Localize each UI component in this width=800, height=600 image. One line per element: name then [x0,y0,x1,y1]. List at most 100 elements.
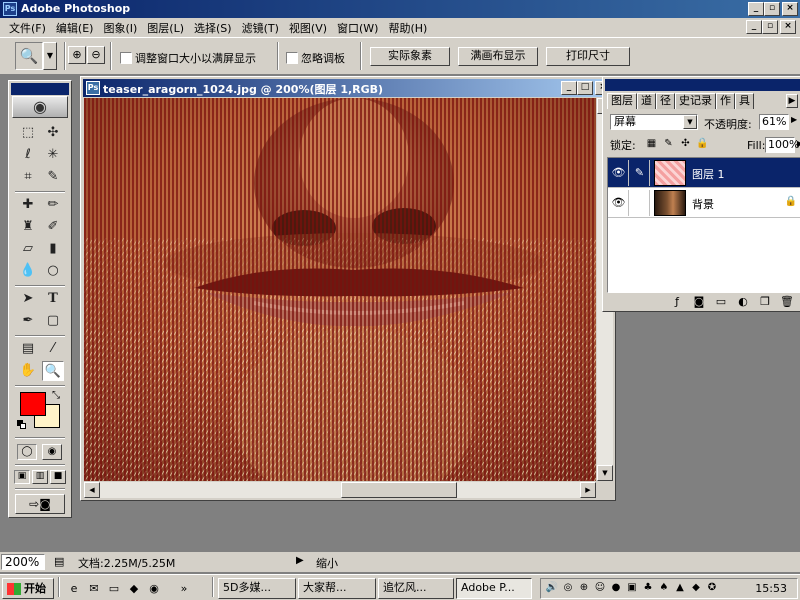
fill-input[interactable]: 100% [765,137,799,153]
scroll-right-icon[interactable]: ▶ [580,482,596,498]
horizontal-scrollbar[interactable]: ◀ ▶ [84,482,596,498]
pen-icon[interactable]: ✒ [17,311,39,331]
doc-restore-button[interactable]: ▫ [762,20,778,34]
task-button-help[interactable]: 大家帮... [298,578,376,599]
checkbox-box[interactable] [120,52,132,64]
menu-filter[interactable]: 滤镜(T) [237,20,284,36]
doc-close-button[interactable]: × [780,20,796,34]
notes-icon[interactable]: ▤ [17,339,39,359]
warning-icon[interactable]: ▲ [673,581,687,595]
doc-window-maximize-button[interactable]: □ [577,81,593,95]
link-slot[interactable] [630,190,650,216]
move-icon[interactable]: ✣ [42,123,64,143]
menu-image[interactable]: 图象(I) [98,20,142,36]
default-colors-icon[interactable] [17,420,27,430]
quick-mask-icon[interactable]: ◉ [42,444,62,460]
app-tray-icon[interactable]: ◆ [689,581,703,595]
restore-button[interactable]: ▫ [764,2,780,16]
zoom-level-field[interactable]: 200% [1,554,45,570]
lock-position-icon[interactable]: ✣ [679,138,692,151]
task-button-photoshop[interactable]: Adobe P... [456,578,532,599]
eraser-icon[interactable]: ▱ [17,239,39,259]
messenger-icon[interactable]: ☺ [593,581,607,595]
tab-actions[interactable]: 作 [716,93,735,109]
qq2-icon[interactable]: ♠ [657,581,671,595]
clone-stamp-icon[interactable]: ♜ [17,217,39,237]
photoshop-eye-icon[interactable]: ◉ [12,96,68,118]
outlook-icon[interactable]: ✉ [86,581,102,597]
lasso-icon[interactable]: ℓ [17,145,39,165]
trash-icon[interactable]: 🗑 [779,295,795,309]
tab-tools[interactable]: 具 [735,93,754,109]
fit-screen-button[interactable]: 满画布显示 [458,47,538,66]
layer-row-layer1[interactable]: 👁 ✎ 图层 1 [608,158,800,188]
adjustment-layer-icon[interactable]: ◐ [735,295,751,309]
slice-icon[interactable]: ✎ [42,167,64,187]
standard-screen-icon[interactable]: ▣ [14,470,30,484]
dodge-icon[interactable]: ○ [42,261,64,281]
type-icon[interactable]: T [42,289,64,309]
new-set-icon[interactable]: ▭ [713,295,729,309]
network-icon[interactable]: ⊕ [577,581,591,595]
display-icon[interactable]: ▣ [625,581,639,595]
eye-icon[interactable]: 👁 [609,160,629,186]
jump-to-imageready-icon[interactable]: ⇨◙ [15,494,65,514]
horizontal-scroll-thumb[interactable] [341,482,457,498]
new-layer-icon[interactable]: ❐ [757,295,773,309]
add-mask-icon[interactable]: ◙ [691,295,707,309]
menu-select[interactable]: 选择(S) [189,20,237,36]
more-icon[interactable]: » [176,581,192,597]
brush-icon[interactable]: ✏ [42,195,64,215]
opacity-slider-icon[interactable]: ▶ [791,115,797,124]
marquee-icon[interactable]: ⬚ [17,123,39,143]
blend-mode-select[interactable]: 屏幕 ▼ [610,114,698,130]
menu-help[interactable]: 帮助(H) [383,20,432,36]
resize-windows-checkbox[interactable]: 调整窗口大小以满屏显示 [120,50,256,66]
image-canvas[interactable] [84,98,596,481]
scroll-down-icon[interactable]: ▼ [597,465,613,481]
photoshop-app-icon[interactable]: Ps [3,2,17,16]
healing-brush-icon[interactable]: ✚ [17,195,39,215]
eye-icon[interactable]: 👁 [609,190,629,216]
document-info-icon[interactable]: ▤ [54,555,64,568]
scroll-left-icon[interactable]: ◀ [84,482,100,498]
blur-icon[interactable]: 💧 [17,261,39,281]
history-brush-icon[interactable]: ✐ [42,217,64,237]
foreground-color-swatch[interactable] [20,392,46,416]
menu-view[interactable]: 视图(V) [284,20,332,36]
desktop-icon[interactable]: ▭ [106,581,122,597]
task-button-memory[interactable]: 追忆风... [378,578,454,599]
menu-file[interactable]: 文件(F) [4,20,51,36]
minimize-button[interactable]: _ [748,2,764,16]
volume-icon[interactable]: 🔊 [545,581,559,595]
zoom-tool-icon[interactable]: 🔍 [15,42,43,70]
lock-all-icon[interactable]: 🔒 [696,138,709,151]
shape-icon[interactable]: ▢ [42,311,64,331]
input-method-icon[interactable]: ✪ [705,581,719,595]
layer-name[interactable]: 图层 1 [692,166,725,182]
media-icon[interactable]: ◆ [126,581,142,597]
menu-window[interactable]: 窗口(W) [332,20,383,36]
layer-style-icon[interactable]: ƒ [669,295,685,309]
tool-preset-picker[interactable]: 🔍 ▼ [15,42,57,70]
tab-layers[interactable]: 图层 [607,93,637,109]
resize-grip[interactable] [597,482,613,498]
toolbox-title-bar[interactable] [11,83,69,95]
eyedropper-icon[interactable]: ⁄ [42,339,64,359]
close-button[interactable]: × [782,2,798,16]
layer-name[interactable]: 背景 [692,196,714,212]
standard-mode-icon[interactable]: ◯ [17,444,37,460]
menu-edit[interactable]: 编辑(E) [51,20,99,36]
layer-row-background[interactable]: 👁 背景 🔒 [608,188,800,218]
opacity-input[interactable]: 61% [759,114,789,130]
full-screen-menu-icon[interactable]: ▥ [32,470,48,484]
tab-channels[interactable]: 道 [637,93,656,109]
status-menu-icon[interactable]: ▶ [296,555,304,566]
menu-layer[interactable]: 图层(L) [142,20,189,36]
lock-image-icon[interactable]: ✎ [662,138,675,151]
antivirus-icon[interactable]: ◎ [561,581,575,595]
full-screen-icon[interactable]: ■ [50,470,66,484]
actual-pixels-button[interactable]: 实际象素 [370,47,450,66]
gradient-icon[interactable]: ▮ [42,239,64,259]
player-icon[interactable]: ◉ [146,581,162,597]
